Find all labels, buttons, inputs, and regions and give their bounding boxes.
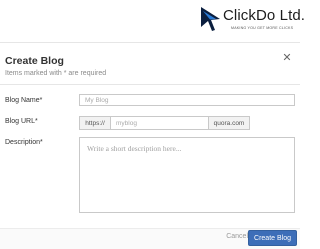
logo-brand-text: ClickDo Ltd. xyxy=(223,7,306,24)
clickdo-logo[interactable]: ClickDo Ltd. MAKING YOU GET MORE CLICKS xyxy=(200,4,305,34)
create-blog-button[interactable]: Create Blog xyxy=(248,230,297,246)
description-textarea[interactable] xyxy=(79,137,295,213)
blog-name-input[interactable] xyxy=(79,94,295,106)
modal-header-divider xyxy=(0,84,300,85)
url-suffix: quora.com xyxy=(208,116,250,130)
header-divider xyxy=(0,42,300,43)
top-bar: ClickDo Ltd. MAKING YOU GET MORE CLICKS xyxy=(0,0,305,42)
blog-url-label: Blog URL* xyxy=(5,118,38,125)
url-prefix: https:// xyxy=(79,116,111,130)
clickdo-logo-icon xyxy=(201,7,220,31)
modal-footer: Cancel Create Blog xyxy=(0,228,300,249)
logo-tagline: MAKING YOU GET MORE CLICKS xyxy=(231,26,294,30)
required-note: Items marked with * are required xyxy=(5,70,107,77)
description-label: Description* xyxy=(5,139,43,146)
modal-title: Create Blog xyxy=(5,55,64,67)
blog-name-label: Blog Name* xyxy=(5,97,43,104)
cancel-button[interactable]: Cancel xyxy=(226,233,248,240)
blog-url-input[interactable] xyxy=(110,116,209,130)
close-icon[interactable]: ✕ xyxy=(282,53,292,64)
